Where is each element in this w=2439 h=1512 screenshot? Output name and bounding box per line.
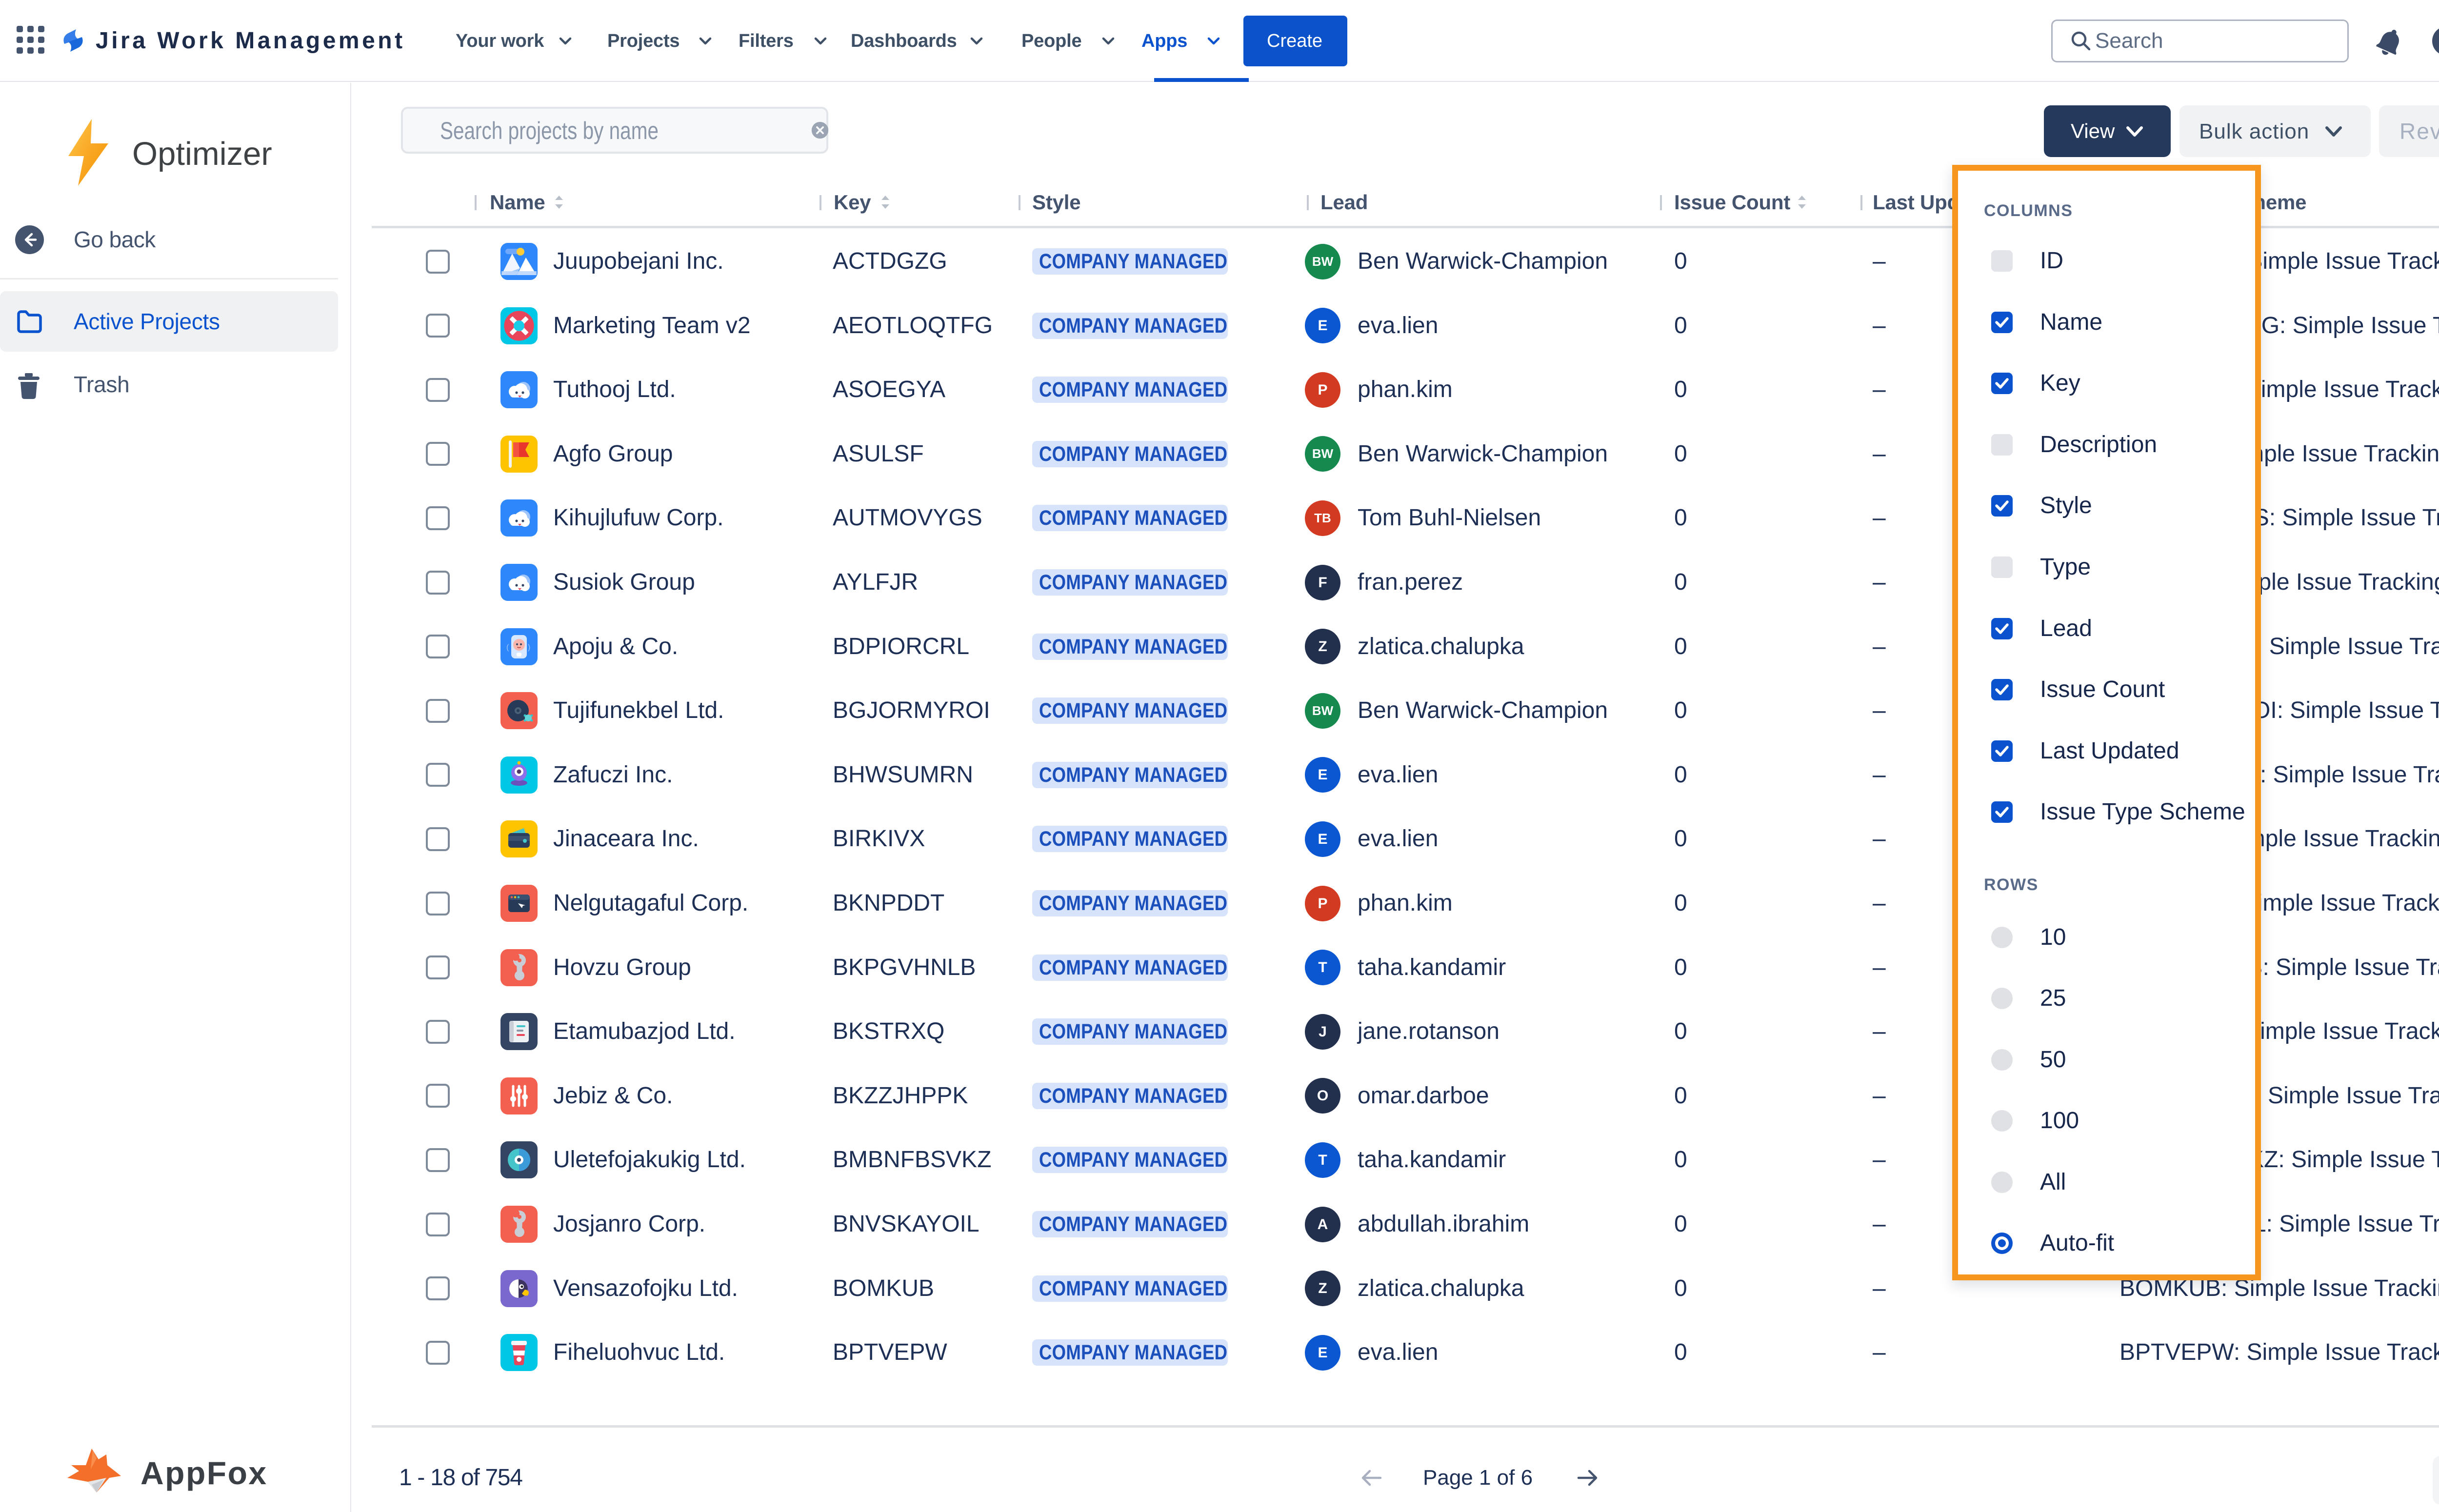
svg-text:): ) [528,643,530,652]
svg-text:(: ( [506,643,509,652]
